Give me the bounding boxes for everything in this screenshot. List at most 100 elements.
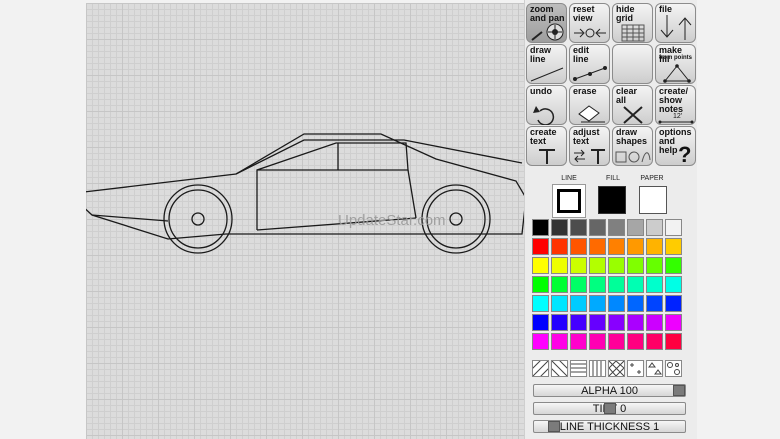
hatch-diag-a-swatch[interactable]: [528, 356, 553, 381]
tool-label: line: [573, 54, 589, 64]
adjust-text-button[interactable]: adjust text: [569, 126, 610, 166]
circles-pattern-swatch[interactable]: [665, 360, 682, 377]
reset-view-button[interactable]: reset view: [569, 3, 610, 43]
color-swatch[interactable]: [532, 219, 549, 236]
color-swatch[interactable]: [665, 257, 682, 274]
color-swatch[interactable]: [551, 276, 568, 293]
color-swatch[interactable]: [608, 295, 625, 312]
create-show-notes-button[interactable]: create/show notes 12': [655, 85, 696, 125]
crosshatch-swatch[interactable]: [608, 360, 625, 377]
color-swatch[interactable]: [532, 276, 549, 293]
plus-pattern-swatch[interactable]: [627, 360, 644, 377]
color-swatch[interactable]: [589, 295, 606, 312]
tool-label: erase: [573, 86, 597, 96]
color-swatch[interactable]: [627, 257, 644, 274]
color-swatch[interactable]: [646, 257, 663, 274]
hatch-vertical-swatch[interactable]: [589, 360, 606, 377]
draw-line-button[interactable]: draw line: [526, 44, 567, 84]
color-swatch[interactable]: [589, 257, 606, 274]
color-swatch[interactable]: [551, 257, 568, 274]
color-swatch[interactable]: [532, 238, 549, 255]
alpha-slider[interactable]: ALPHA 100: [533, 384, 686, 397]
color-swatch[interactable]: [570, 219, 587, 236]
edit-line-button[interactable]: edit line: [569, 44, 610, 84]
hatch-horizontal-swatch[interactable]: [570, 360, 587, 377]
color-swatch[interactable]: [532, 314, 549, 331]
color-swatch[interactable]: [608, 257, 625, 274]
color-swatch[interactable]: [570, 276, 587, 293]
color-swatch[interactable]: [665, 219, 682, 236]
color-swatch[interactable]: [665, 295, 682, 312]
color-swatch[interactable]: [608, 333, 625, 350]
color-palette: [532, 219, 682, 350]
color-swatch[interactable]: [551, 295, 568, 312]
color-swatch[interactable]: [608, 238, 625, 255]
color-swatch[interactable]: [589, 238, 606, 255]
color-swatch[interactable]: [646, 238, 663, 255]
hatch-diag-b-swatch[interactable]: [547, 356, 572, 381]
undo-button[interactable]: undo: [526, 85, 567, 125]
color-swatch[interactable]: [646, 314, 663, 331]
zoom-and-pan-button[interactable]: zoom and pan: [526, 3, 567, 43]
color-swatch[interactable]: [551, 314, 568, 331]
color-swatch[interactable]: [627, 276, 644, 293]
line-swatch[interactable]: [552, 184, 586, 218]
color-swatch[interactable]: [570, 257, 587, 274]
file-button[interactable]: file: [655, 3, 696, 43]
blank-tool-button[interactable]: [612, 44, 653, 84]
color-swatch[interactable]: [532, 333, 549, 350]
color-swatch[interactable]: [608, 314, 625, 331]
color-swatch[interactable]: [646, 219, 663, 236]
alpha-label: ALPHA 100: [581, 385, 638, 397]
color-swatch[interactable]: [532, 257, 549, 274]
options-help-button[interactable]: options and help?: [655, 126, 696, 166]
color-swatch[interactable]: [608, 276, 625, 293]
tint-knob[interactable]: [604, 403, 616, 414]
paper-swatch-label: PAPER: [640, 175, 664, 182]
tool-label: text: [530, 136, 547, 146]
make-fill-button[interactable]: make fill from points: [655, 44, 696, 84]
color-swatch[interactable]: [627, 333, 644, 350]
color-swatch[interactable]: [551, 333, 568, 350]
color-swatch[interactable]: [665, 333, 682, 350]
create-text-button[interactable]: create text: [526, 126, 567, 166]
color-swatch[interactable]: [570, 314, 587, 331]
color-swatch[interactable]: [589, 314, 606, 331]
tool-label: help: [659, 145, 678, 155]
color-swatch[interactable]: [646, 333, 663, 350]
line-thickness-slider[interactable]: LINE THICKNESS 1: [533, 420, 686, 433]
color-swatch[interactable]: [608, 219, 625, 236]
paper-swatch[interactable]: [639, 186, 667, 214]
color-swatch[interactable]: [589, 219, 606, 236]
color-swatch[interactable]: [627, 238, 644, 255]
drawing-canvas[interactable]: [86, 3, 524, 439]
color-swatch[interactable]: [665, 276, 682, 293]
notes-measure-label: 12': [673, 113, 683, 120]
color-swatch[interactable]: [589, 333, 606, 350]
clear-all-button[interactable]: clear all: [612, 85, 653, 125]
line-swatch-label: LINE: [561, 175, 577, 182]
color-swatch[interactable]: [665, 238, 682, 255]
color-swatch[interactable]: [532, 295, 549, 312]
color-swatch[interactable]: [551, 238, 568, 255]
color-swatch[interactable]: [589, 276, 606, 293]
line-thickness-knob[interactable]: [548, 421, 560, 432]
erase-button[interactable]: erase: [569, 85, 610, 125]
color-swatch[interactable]: [570, 238, 587, 255]
color-swatch[interactable]: [627, 295, 644, 312]
color-swatch[interactable]: [665, 314, 682, 331]
front-wheel-hub: [191, 212, 205, 226]
color-swatch[interactable]: [551, 219, 568, 236]
color-swatch[interactable]: [570, 295, 587, 312]
alpha-knob[interactable]: [673, 385, 685, 396]
tint-slider[interactable]: TINT 0: [533, 402, 686, 415]
draw-shapes-button[interactable]: draw shapes: [612, 126, 653, 166]
triangles-pattern-swatch[interactable]: [646, 360, 663, 377]
color-swatch[interactable]: [646, 276, 663, 293]
color-swatch[interactable]: [570, 333, 587, 350]
hide-grid-button[interactable]: hide grid: [612, 3, 653, 43]
fill-swatch[interactable]: [598, 186, 626, 214]
color-swatch[interactable]: [646, 295, 663, 312]
color-swatch[interactable]: [627, 219, 644, 236]
color-swatch[interactable]: [627, 314, 644, 331]
